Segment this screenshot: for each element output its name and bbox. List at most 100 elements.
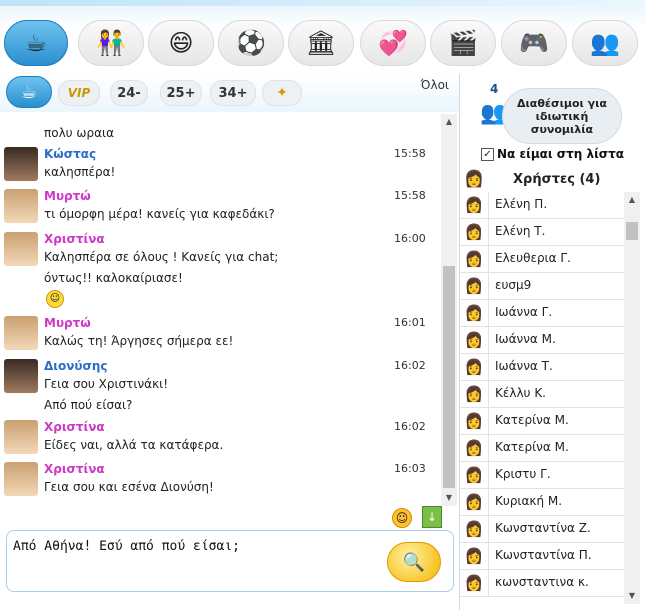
user-name[interactable]: Κατερίνα Μ. xyxy=(495,440,569,454)
send-button[interactable]: 🔍 xyxy=(387,542,441,582)
user-list-item[interactable]: 👩 Κέλλυ Κ. xyxy=(460,381,626,408)
user-name[interactable]: Ιωάννα Γ. xyxy=(495,305,552,319)
user-name[interactable]: Ιωάννα Μ. xyxy=(495,332,556,346)
divider xyxy=(488,489,489,515)
film-icon[interactable]: 🎬 xyxy=(430,20,496,66)
divider xyxy=(488,219,489,245)
gamepad-icon[interactable]: 🎮 xyxy=(501,20,567,66)
message-author[interactable]: Κώστας xyxy=(44,147,96,161)
user-avatar[interactable] xyxy=(4,147,38,181)
room-tab[interactable]: 34+ xyxy=(210,80,256,106)
user-avatar[interactable] xyxy=(4,189,38,223)
audience-filter[interactable]: Όλοι xyxy=(421,78,449,92)
user-name[interactable]: Ελένη Τ. xyxy=(495,224,545,238)
cyprus-flag-icon[interactable]: ✦ xyxy=(262,80,302,106)
scroll-down-arrow-icon[interactable]: ▼ xyxy=(441,490,457,506)
message-time: 16:03 xyxy=(394,462,426,475)
divider xyxy=(488,246,489,272)
user-name[interactable]: Ελευθερια Γ. xyxy=(495,251,571,265)
users-scrollbar[interactable]: ▲ ▼ xyxy=(624,192,640,604)
user-list-item[interactable]: 👩 Ελένη Π. xyxy=(460,192,626,219)
user-name[interactable]: Κριστυ Γ. xyxy=(495,467,551,481)
private-chat-button[interactable]: Διαθέσιμοι για ιδιωτική συνομιλία xyxy=(502,88,622,144)
message-text: Είδες ναι, αλλά τα κατάφερα. xyxy=(44,438,224,452)
user-name[interactable]: Κωνσταντίνα Ζ. xyxy=(495,521,591,535)
user-list-item[interactable]: 👩 Ιωάννα Γ. xyxy=(460,300,626,327)
users-scroll-thumb[interactable] xyxy=(626,222,638,240)
user-list-item[interactable]: 👩 ευσμ9 xyxy=(460,273,626,300)
user-avatar[interactable] xyxy=(4,316,38,350)
bank-icon[interactable]: 🏛 xyxy=(288,20,354,66)
smiley-emoji: ☺ xyxy=(46,290,64,308)
private-chat-label: Διαθέσιμοι για ιδιωτική συνομιλία xyxy=(517,96,607,136)
divider xyxy=(488,192,489,218)
users-scroll-up-icon[interactable]: ▲ xyxy=(624,192,640,208)
user-list-item[interactable]: 👩 Κυριακή Μ. xyxy=(460,489,626,516)
room-tab[interactable]: VIP xyxy=(58,80,100,106)
message-time: 15:58 xyxy=(394,189,426,202)
user-name[interactable]: ευσμ9 xyxy=(495,278,531,292)
user-list-item[interactable]: 👩 Ιωάννα Τ. xyxy=(460,354,626,381)
user-list-item[interactable]: 👩 Κωνσταντίνα Ζ. xyxy=(460,516,626,543)
user-avatar[interactable] xyxy=(4,359,38,393)
private-chat-count: 4 xyxy=(490,82,499,96)
message-text: Καλώς τη! Άργησες σήμερα εε! xyxy=(44,334,234,348)
message-author[interactable]: Χριστίνα xyxy=(44,420,105,434)
user-list-item[interactable]: 👩 Κωνσταντίνα Π. xyxy=(460,543,626,570)
user-name[interactable]: κωνσταντινα κ. xyxy=(495,575,589,589)
smiley-icon[interactable]: 😄 xyxy=(148,20,214,66)
female-user-icon: 👩 xyxy=(464,385,484,403)
room-tab[interactable]: 25+ xyxy=(160,80,202,106)
soccer-ball-icon[interactable]: ⚽ xyxy=(218,20,284,66)
divider xyxy=(488,300,489,326)
chat-scrollbar[interactable]: ▲ ▼ xyxy=(441,114,457,506)
female-user-icon: 👩 xyxy=(464,277,484,295)
female-user-icon: 👩 xyxy=(464,331,484,349)
message-author[interactable]: Μυρτώ xyxy=(44,316,91,330)
user-list-item[interactable]: 👩 Ιωάννα Μ. xyxy=(460,327,626,354)
message-author[interactable]: Χριστίνα xyxy=(44,232,105,246)
user-list-item[interactable]: 👩 Ελευθερια Γ. xyxy=(460,246,626,273)
user-list-item[interactable]: 👩 κωνσταντινα κ. xyxy=(460,570,626,597)
user-name[interactable]: Κατερίνα Μ. xyxy=(495,413,569,427)
divider xyxy=(488,543,489,569)
message-author[interactable]: Διονύσης xyxy=(44,359,108,373)
message-text: Γεια σου Χριστινάκι! xyxy=(44,377,169,391)
room-tab[interactable]: 24- xyxy=(110,80,148,106)
female-user-icon: 👩 xyxy=(464,493,484,511)
user-name[interactable]: Κυριακή Μ. xyxy=(495,494,562,508)
user-name[interactable]: Κωνσταντίνα Π. xyxy=(495,548,592,562)
user-name[interactable]: Κέλλυ Κ. xyxy=(495,386,546,400)
download-icon[interactable]: ↓ xyxy=(422,506,442,528)
hearts-icon[interactable]: 💞 xyxy=(360,20,426,66)
message-input-value[interactable]: Από Αθήνα! Εσύ από πού είσαι; xyxy=(13,539,240,554)
in-list-checkbox[interactable]: ✓ xyxy=(481,148,494,161)
coffee-icon[interactable]: ☕ xyxy=(4,20,68,66)
in-list-label: Να είμαι στη λίστα xyxy=(497,147,624,161)
message-author[interactable]: Χριστίνα xyxy=(44,462,105,476)
user-name[interactable]: Ιωάννα Τ. xyxy=(495,359,553,373)
couple-icon[interactable]: 👫 xyxy=(78,20,144,66)
female-user-icon: 👩 xyxy=(464,304,484,322)
user-avatar[interactable] xyxy=(4,462,38,496)
scroll-up-arrow-icon[interactable]: ▲ xyxy=(441,114,457,130)
chat-scroll-thumb[interactable] xyxy=(443,266,455,488)
message-time: 16:02 xyxy=(394,359,426,372)
female-user-icon: 👩 xyxy=(464,574,484,592)
users-scroll-down-icon[interactable]: ▼ xyxy=(624,588,640,604)
emoji-picker-icon[interactable]: ☺ xyxy=(392,508,412,528)
user-list-item[interactable]: 👩 Κατερίνα Μ. xyxy=(460,435,626,462)
user-avatar[interactable] xyxy=(4,232,38,266)
message-author[interactable]: Μυρτώ xyxy=(44,189,91,203)
user-name[interactable]: Ελένη Π. xyxy=(495,197,547,211)
user-avatar[interactable] xyxy=(4,420,38,454)
divider xyxy=(488,435,489,461)
user-list-item[interactable]: 👩 Ελένη Τ. xyxy=(460,219,626,246)
user-list-item[interactable]: 👩 Κριστυ Γ. xyxy=(460,462,626,489)
people-network-icon[interactable]: 👥 xyxy=(572,20,638,66)
user-list-item[interactable]: 👩 Κατερίνα Μ. xyxy=(460,408,626,435)
chat-bubble-coffee-icon[interactable]: ☕ xyxy=(6,76,52,108)
female-user-icon: 👩 xyxy=(464,547,484,565)
female-user-icon: 👩 xyxy=(464,223,484,241)
message-time: 16:01 xyxy=(394,316,426,329)
